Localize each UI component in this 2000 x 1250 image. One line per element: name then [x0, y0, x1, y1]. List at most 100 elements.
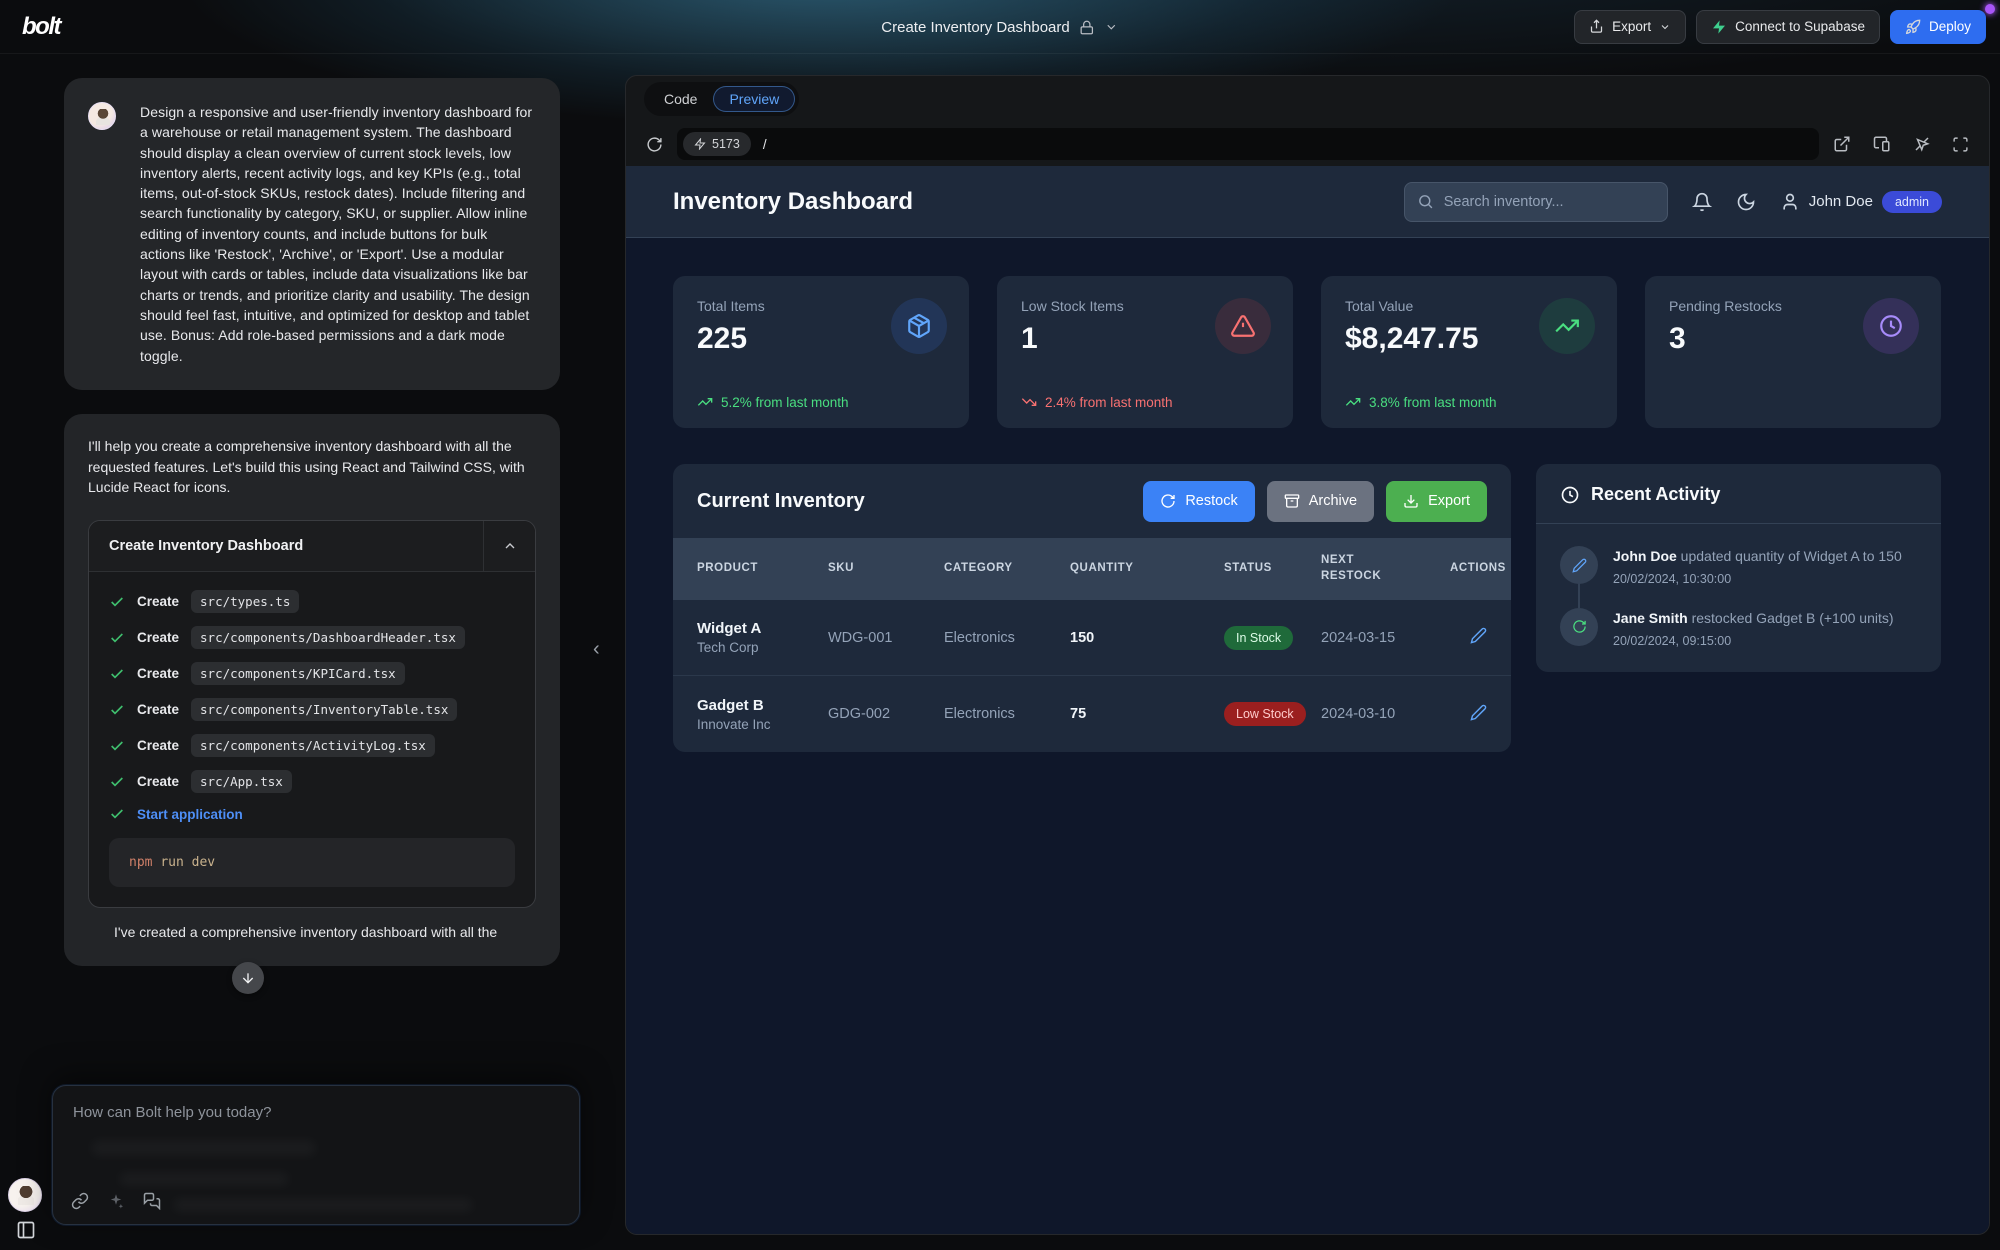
arrow-down-icon — [240, 970, 256, 986]
column-header: Next Restock — [1321, 553, 1411, 584]
export-table-button[interactable]: Export — [1386, 481, 1487, 522]
action-verb: Create — [137, 630, 179, 645]
file-chip[interactable]: src/App.tsx — [191, 770, 292, 793]
user-menu[interactable]: John Doe admin — [1780, 191, 1942, 213]
profile-avatar[interactable] — [8, 1178, 42, 1212]
dashboard-title: Inventory Dashboard — [673, 188, 913, 216]
current-inventory-panel: Current Inventory Restock Archive — [673, 464, 1511, 752]
recent-activity-panel: Recent Activity John Doe updated quantit… — [1536, 464, 1941, 672]
trending-up-icon — [1345, 394, 1361, 410]
kpi-change: 2.4% from last month — [1021, 394, 1173, 410]
table-row: Widget A Tech Corp WDG-001 Electronics 1… — [673, 600, 1511, 676]
top-bar: bolt Create Inventory Dashboard Export C… — [0, 0, 2000, 54]
discuss-mode-icon[interactable] — [143, 1192, 161, 1210]
check-icon — [109, 806, 125, 822]
dark-mode-moon-icon[interactable] — [1736, 192, 1756, 212]
port-pill[interactable]: 5173 — [683, 132, 751, 156]
activity-item: Jane Smith restocked Gadget B (+100 unit… — [1560, 608, 1917, 648]
scroll-to-bottom-button[interactable] — [232, 962, 264, 994]
check-icon — [109, 594, 125, 610]
archive-button[interactable]: Archive — [1267, 481, 1374, 522]
tab-code[interactable]: Code — [648, 86, 713, 112]
category-cell: Electronics — [944, 630, 1070, 646]
responsive-devices-icon[interactable] — [1872, 135, 1892, 153]
collapse-chat-handle[interactable]: ‹ — [593, 638, 600, 661]
product-name: Gadget B — [697, 697, 828, 714]
search-input[interactable] — [1444, 194, 1655, 210]
trending-up-icon — [1539, 298, 1595, 354]
quantity-cell[interactable]: 150 — [1070, 630, 1224, 646]
trending-up-icon — [697, 394, 713, 410]
project-title-group[interactable]: Create Inventory Dashboard — [881, 0, 1118, 54]
connect-supabase-button[interactable]: Connect to Supabase — [1696, 10, 1880, 44]
kpi-change: 5.2% from last month — [697, 394, 849, 410]
export-button[interactable]: Export — [1574, 10, 1686, 44]
clock-icon — [1560, 485, 1580, 505]
user-name: John Doe — [1809, 193, 1873, 210]
inspector-cursor-icon[interactable] — [1913, 135, 1931, 153]
clock-icon — [1863, 298, 1919, 354]
artifact-action-row: Create src/App.tsx — [109, 770, 515, 793]
user-prompt-text: Design a responsive and user-friendly in… — [140, 102, 536, 366]
product-name: Widget A — [697, 620, 828, 637]
column-header: Actions — [1450, 561, 1506, 577]
collapse-artifact-button[interactable] — [483, 521, 535, 571]
chevron-down-icon[interactable] — [1105, 20, 1119, 34]
check-icon — [109, 630, 125, 646]
supplier-name: Tech Corp — [697, 640, 828, 655]
port-zap-icon — [694, 138, 706, 150]
table-row: Gadget B Innovate Inc GDG-002 Electronic… — [673, 676, 1511, 752]
restock-button[interactable]: Restock — [1143, 481, 1254, 522]
deploy-button[interactable]: Deploy — [1890, 10, 1986, 44]
sidebar-toggle-icon[interactable] — [16, 1220, 36, 1240]
start-application-row: Start application — [109, 806, 515, 822]
tab-preview[interactable]: Preview — [713, 86, 795, 112]
artifact-action-row: Create src/components/DashboardHeader.ts… — [109, 626, 515, 649]
chat-input[interactable] — [53, 1086, 579, 1172]
artifact-action-row: Create src/components/InventoryTable.tsx — [109, 698, 515, 721]
inventory-search-box[interactable] — [1404, 182, 1668, 222]
preview-url-bar: 5173 / — [626, 122, 1989, 166]
file-chip[interactable]: src/types.ts — [191, 590, 299, 613]
quantity-cell[interactable]: 75 — [1070, 706, 1224, 722]
edit-row-button[interactable] — [1470, 627, 1487, 644]
command-name: npm — [129, 855, 152, 870]
download-icon — [1403, 493, 1419, 509]
file-chip[interactable]: src/components/KPICard.tsx — [191, 662, 405, 685]
column-header: SKU — [828, 561, 944, 577]
open-in-new-tab-icon[interactable] — [1833, 135, 1851, 153]
fullscreen-icon[interactable] — [1952, 136, 1969, 153]
sparkles-icon[interactable] — [107, 1192, 125, 1210]
artifact-action-row: Create src/types.ts — [109, 590, 515, 613]
bolt-logo[interactable]: bolt — [14, 13, 60, 41]
supplier-name: Innovate Inc — [697, 717, 828, 732]
lock-icon — [1080, 20, 1095, 35]
check-icon — [109, 666, 125, 682]
status-badge: Low Stock — [1224, 702, 1306, 726]
assistant-message: I'll help you create a comprehensive inv… — [64, 414, 560, 966]
file-chip[interactable]: src/components/DashboardHeader.tsx — [191, 626, 465, 649]
activity-timestamp: 20/02/2024, 10:30:00 — [1613, 572, 1902, 586]
user-avatar — [88, 102, 116, 130]
edit-row-button[interactable] — [1470, 704, 1487, 721]
dashboard-header: Inventory Dashboard — [626, 166, 1989, 238]
file-chip[interactable]: src/components/InventoryTable.tsx — [191, 698, 457, 721]
category-cell: Electronics — [944, 706, 1070, 722]
action-verb: Create — [137, 738, 179, 753]
artifact-card: Create Inventory Dashboard Create src/ty… — [88, 520, 536, 908]
action-verb: Create — [137, 666, 179, 681]
notifications-bell-icon[interactable] — [1692, 192, 1712, 212]
reload-icon[interactable] — [646, 136, 663, 153]
link-icon[interactable] — [71, 1192, 89, 1210]
activity-timestamp: 20/02/2024, 09:15:00 — [1613, 634, 1894, 648]
check-icon — [109, 702, 125, 718]
file-chip[interactable]: src/components/ActivityLog.tsx — [191, 734, 435, 757]
url-path: / — [763, 137, 767, 152]
activity-text: Jane Smith restocked Gadget B (+100 unit… — [1613, 608, 1894, 628]
url-field[interactable]: 5173 / — [677, 128, 1819, 160]
share-icon — [1589, 19, 1604, 34]
start-application-link[interactable]: Start application — [137, 807, 243, 822]
check-icon — [109, 738, 125, 754]
inventory-title: Current Inventory — [697, 490, 865, 513]
check-icon — [109, 774, 125, 790]
